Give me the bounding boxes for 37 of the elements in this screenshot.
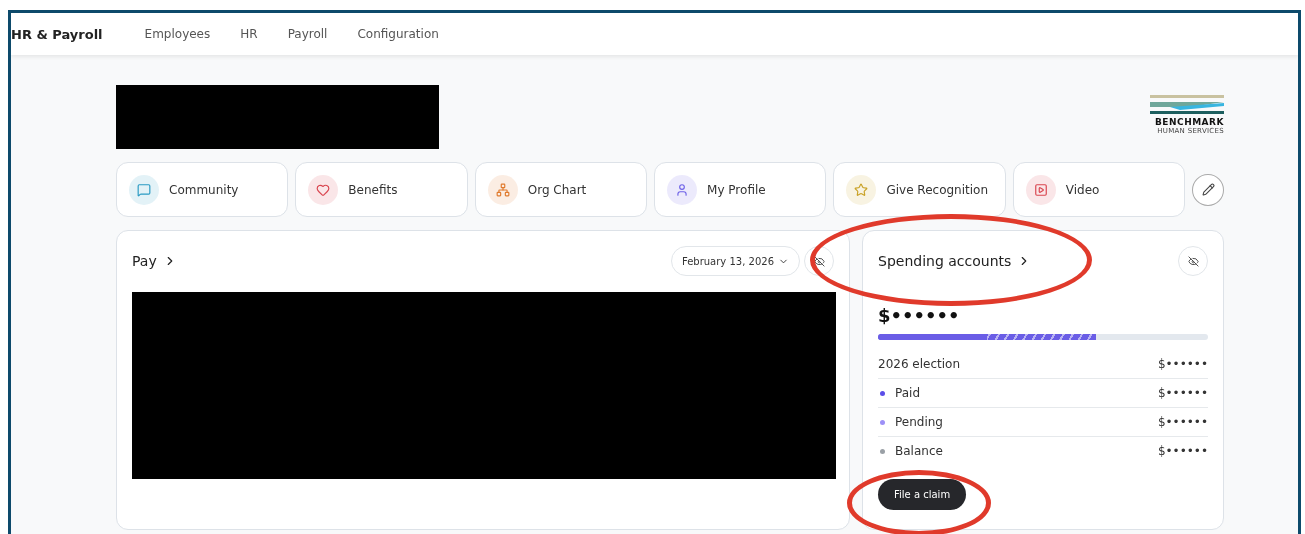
pay-link[interactable]: Pay xyxy=(132,253,177,269)
row-label: Paid xyxy=(895,386,920,400)
row-label: Pending xyxy=(895,415,943,429)
eye-off-icon xyxy=(813,255,825,267)
edit-button[interactable] xyxy=(1192,173,1225,206)
file-claim-button[interactable]: File a claim xyxy=(878,479,967,510)
logo-stripes-icon xyxy=(1150,95,1224,117)
hide-button[interactable] xyxy=(1178,246,1208,276)
nav-link[interactable]: Payroll xyxy=(287,27,328,41)
shortcut-tile[interactable]: Org Chart xyxy=(474,162,648,217)
eye-off-icon xyxy=(1187,255,1199,267)
pencil-icon xyxy=(1201,183,1215,196)
nav-link[interactable]: HR xyxy=(240,27,258,41)
balance-amount: $•••••• xyxy=(878,305,960,326)
chat-icon xyxy=(137,182,151,197)
row-label: 2026 election xyxy=(878,357,961,371)
shortcut-tile[interactable]: My Profile xyxy=(654,162,827,217)
video-icon xyxy=(1033,182,1048,197)
row-value: $•••••• xyxy=(1157,415,1208,429)
spending-accounts-link[interactable]: Spending accounts xyxy=(878,253,1032,269)
shortcut-tile[interactable]: Video xyxy=(1012,162,1186,217)
org-icon xyxy=(495,182,510,197)
person-icon xyxy=(675,182,690,197)
heart-icon xyxy=(316,182,331,197)
star-icon xyxy=(854,182,869,197)
nav-link[interactable]: Employees xyxy=(144,27,211,41)
shortcut-tile[interactable]: Benefits xyxy=(295,162,468,217)
nav-link[interactable]: Configuration xyxy=(357,27,439,41)
row-label: Balance xyxy=(895,444,943,458)
row-value: $•••••• xyxy=(1157,444,1208,458)
logo-name: BENCHMARK xyxy=(1155,117,1224,127)
row-value: $•••••• xyxy=(1157,357,1208,371)
shortcut-tile[interactable]: Give Recognition xyxy=(833,162,1006,217)
shortcut-tile[interactable]: Community xyxy=(116,162,289,217)
row-value: $•••••• xyxy=(1157,386,1208,400)
app-title: HR & Payroll xyxy=(11,26,103,42)
date-dropdown[interactable]: February 13, 2026 xyxy=(670,246,800,276)
